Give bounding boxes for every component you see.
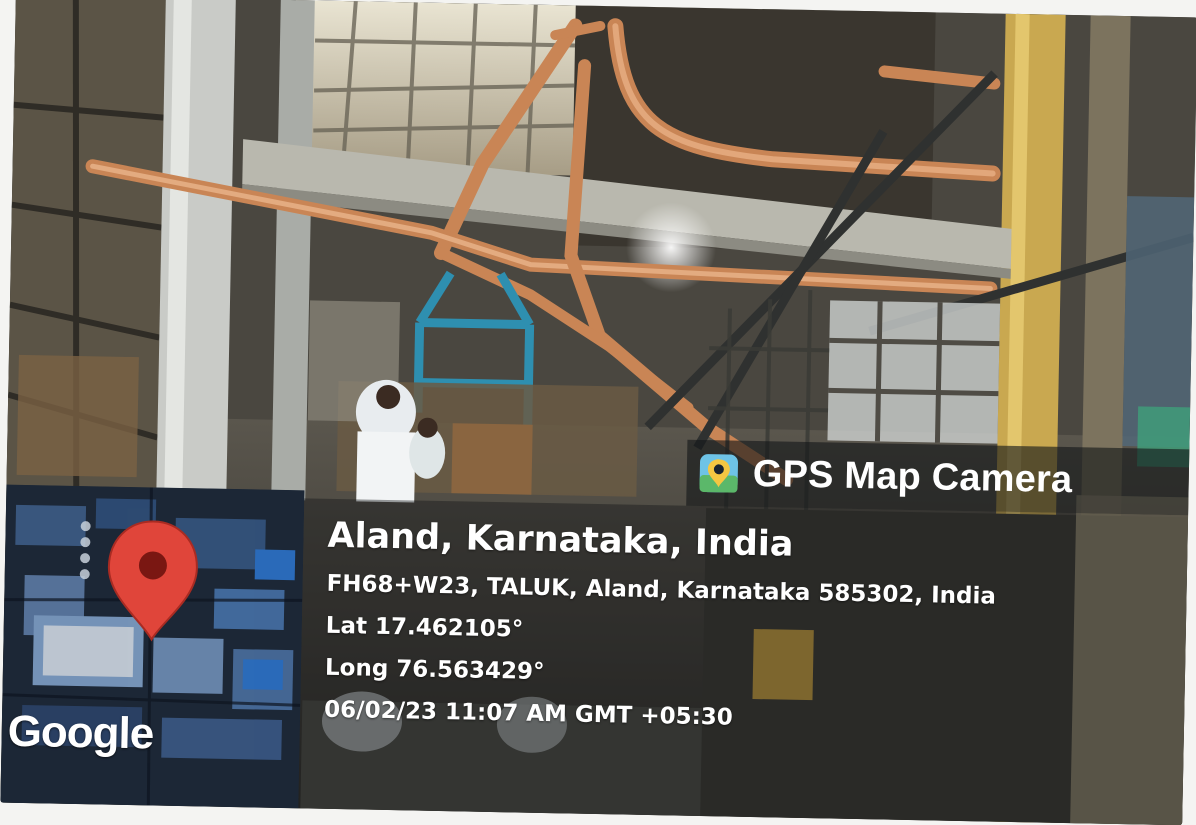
google-logo: Google bbox=[7, 706, 154, 759]
geotag-text-block: Aland, Karnataka, India FH68+W23, TALUK,… bbox=[324, 513, 997, 744]
map-thumbnail[interactable]: Google bbox=[0, 484, 305, 809]
app-name-label: GPS Map Camera bbox=[752, 452, 1073, 501]
map-pin-icon bbox=[107, 520, 198, 642]
app-badge: GPS Map Camera bbox=[686, 439, 1190, 516]
gps-map-camera-app-icon bbox=[699, 454, 739, 493]
photo-frame: Google GPS Map Camera Aland, Karnataka, … bbox=[0, 0, 1196, 825]
